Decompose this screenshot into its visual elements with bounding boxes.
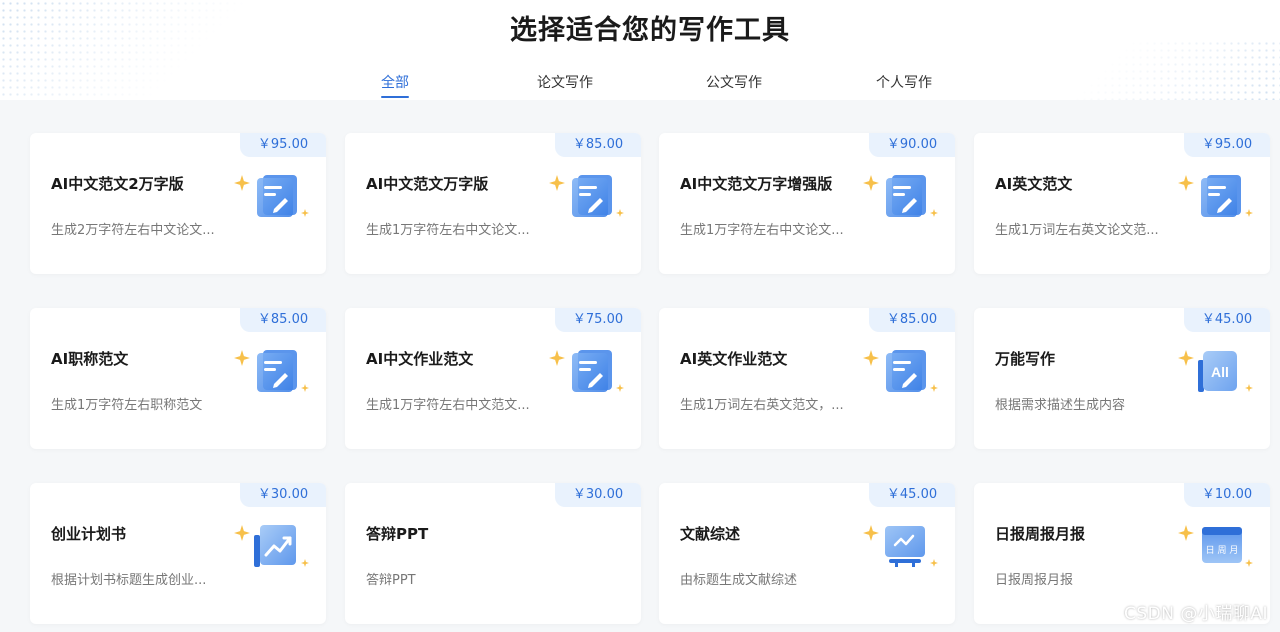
card-title: 万能写作 [995, 350, 1056, 368]
price-badge: ￥85.00 [240, 308, 326, 332]
tool-card[interactable]: ￥75.00 AI中文作业范文生成1万字符左右中文范文... [345, 308, 641, 449]
icon-text: 日 周 月 [1206, 545, 1239, 556]
sparkle-icon [301, 559, 309, 567]
sparkle-icon [616, 209, 624, 217]
sparkle-icon [863, 525, 879, 541]
tool-card[interactable]: ￥95.00 AI英文范文生成1万词左右英文论文范... [974, 133, 1270, 274]
price-badge: ￥30.00 [240, 483, 326, 507]
tool-card[interactable]: ￥95.00 AI中文范文2万字版生成2万字符左右中文论文... [30, 133, 326, 274]
sparkle-icon [1245, 559, 1253, 567]
price-badge: ￥45.00 [1184, 308, 1270, 332]
sparkle-icon [930, 559, 938, 567]
price-badge: ￥90.00 [869, 133, 955, 157]
calendar-report-icon: 日 周 月 [1198, 523, 1244, 569]
card-title: 文献综述 [680, 525, 741, 543]
tool-card[interactable]: ￥30.00 答辩PPT 答辩PPT [345, 483, 641, 624]
document-edit-icon [254, 173, 300, 219]
sparkle-icon [1245, 384, 1253, 392]
document-edit-icon [254, 348, 300, 394]
document-edit-icon [1198, 173, 1244, 219]
price-badge: ￥75.00 [555, 308, 641, 332]
card-description: 答辩PPT [366, 573, 416, 588]
sparkle-icon [930, 384, 938, 392]
price-badge: ￥45.00 [869, 483, 955, 507]
card-description: 生成1万词左右英文论文范... [995, 223, 1159, 238]
card-description: 生成1万字符左右中文论文... [680, 223, 844, 238]
sparkle-icon [301, 209, 309, 217]
sparkle-icon [863, 175, 879, 191]
sparkle-icon [1178, 350, 1194, 366]
card-title: 答辩PPT [366, 525, 429, 543]
sparkle-icon [234, 525, 250, 541]
tool-card[interactable]: ￥45.00 万能写作根据需求描述生成内容 All [974, 308, 1270, 449]
card-title: AI中文范文万字版 [366, 175, 489, 193]
sparkle-icon [616, 384, 624, 392]
sparkle-icon [234, 350, 250, 366]
sparkle-icon [863, 350, 879, 366]
sparkle-icon [549, 350, 565, 366]
category-tabs: 全部 论文写作 公文写作 个人写作 [0, 72, 1280, 100]
watermark: CSDN @小瑞聊AI [1123, 604, 1268, 624]
sparkle-icon [1178, 175, 1194, 191]
card-description: 生成2万字符左右中文论文... [51, 223, 215, 238]
card-title: 日报周报月报 [995, 525, 1086, 543]
card-description: 日报周报月报 [995, 573, 1074, 588]
document-edit-icon [569, 348, 615, 394]
card-description: 生成1万字符左右中文论文... [366, 223, 530, 238]
price-badge: ￥85.00 [869, 308, 955, 332]
card-description: 生成1万字符左右中文范文... [366, 398, 530, 413]
price-badge: ￥10.00 [1184, 483, 1270, 507]
trend-chart-icon [254, 523, 300, 569]
card-title: AI英文作业范文 [680, 350, 788, 368]
price-badge: ￥85.00 [555, 133, 641, 157]
sparkle-icon [301, 384, 309, 392]
tool-card[interactable]: ￥90.00 AI中文范文万字增强版 生成1万字符左右中文论文... [659, 133, 955, 274]
ai-book-icon: All [1198, 348, 1244, 394]
document-edit-icon [883, 173, 929, 219]
card-description: 生成1万字符左右职称范文 [51, 398, 203, 413]
card-title: AI中文范文2万字版 [51, 175, 184, 193]
card-title: 创业计划书 [51, 525, 127, 543]
sparkle-icon [234, 175, 250, 191]
tab-thesis-writing[interactable]: 论文写作 [537, 72, 593, 98]
sparkle-icon [1245, 209, 1253, 217]
card-description: 根据计划书标题生成创业... [51, 573, 207, 588]
tool-card[interactable]: ￥30.00 创业计划书根据计划书标题生成创业... [30, 483, 326, 624]
tab-official-writing[interactable]: 公文写作 [706, 72, 762, 98]
tab-personal-writing[interactable]: 个人写作 [876, 72, 932, 98]
document-edit-icon [883, 348, 929, 394]
card-title: AI中文范文万字增强版 [680, 175, 833, 193]
tool-card[interactable]: ￥85.00 AI中文范文万字版生成1万字符左右中文论文... [345, 133, 641, 274]
card-description: 由标题生成文献综述 [680, 573, 798, 588]
price-badge: ￥95.00 [240, 133, 326, 157]
card-title: AI职称范文 [51, 350, 129, 368]
sparkle-icon [930, 209, 938, 217]
card-description: 根据需求描述生成内容 [995, 398, 1126, 413]
tool-card[interactable]: ￥85.00 AI英文作业范文生成1万词左右英文范文，... [659, 308, 955, 449]
page-title: 选择适合您的写作工具 [510, 15, 790, 46]
tab-all[interactable]: 全部 [381, 72, 409, 98]
presentation-board-icon [883, 523, 929, 569]
price-badge: ￥95.00 [1184, 133, 1270, 157]
icon-text: All [1211, 364, 1229, 380]
tool-card[interactable]: ￥45.00 文献综述由标题生成文献综述 [659, 483, 955, 624]
tool-card[interactable]: ￥85.00 AI职称范文生成1万字符左右职称范文 [30, 308, 326, 449]
sparkle-icon [1178, 525, 1194, 541]
card-title: AI中文作业范文 [366, 350, 474, 368]
document-edit-icon [569, 173, 615, 219]
card-title: AI英文范文 [995, 175, 1073, 193]
page-header: 选择适合您的写作工具 全部 论文写作 公文写作 个人写作 [0, 0, 1280, 100]
sparkle-icon [549, 175, 565, 191]
price-badge: ￥30.00 [555, 483, 641, 507]
card-description: 生成1万词左右英文范文，... [680, 398, 844, 413]
